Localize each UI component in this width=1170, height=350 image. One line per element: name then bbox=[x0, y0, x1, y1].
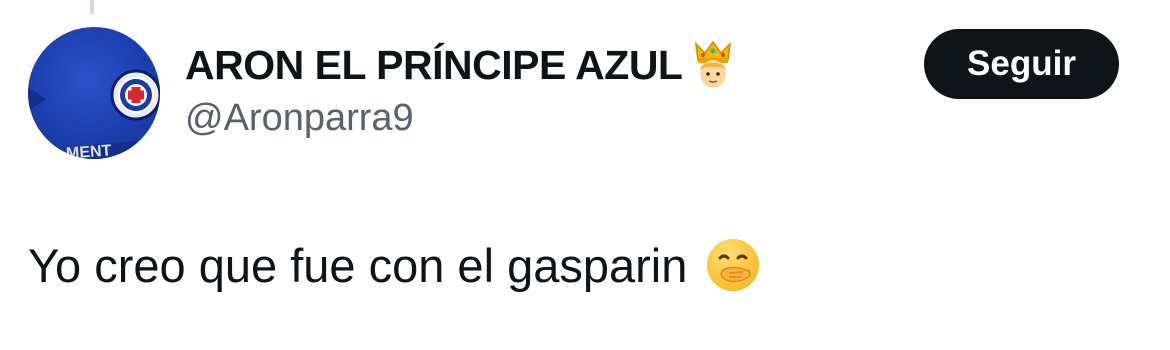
author-display-name[interactable]: ARON EL PRÍNCIPE AZUL bbox=[185, 40, 734, 90]
avatar[interactable]: MENT bbox=[28, 27, 160, 159]
display-name-text: ARON EL PRÍNCIPE AZUL bbox=[185, 41, 683, 88]
face-with-hand-over-mouth-icon bbox=[705, 237, 761, 293]
tweet-body: Yo creo que fue con el gasparin bbox=[28, 237, 761, 293]
svg-text:MENT: MENT bbox=[65, 142, 112, 159]
crown-person-icon bbox=[692, 40, 734, 90]
thread-connector-line bbox=[90, 0, 94, 14]
follow-button[interactable]: Seguir bbox=[924, 29, 1119, 99]
author-handle[interactable]: @Aronparra9 bbox=[185, 97, 414, 140]
tweet-text: Yo creo que fue con el gasparin bbox=[28, 238, 688, 292]
avatar-image: MENT bbox=[28, 69, 160, 159]
